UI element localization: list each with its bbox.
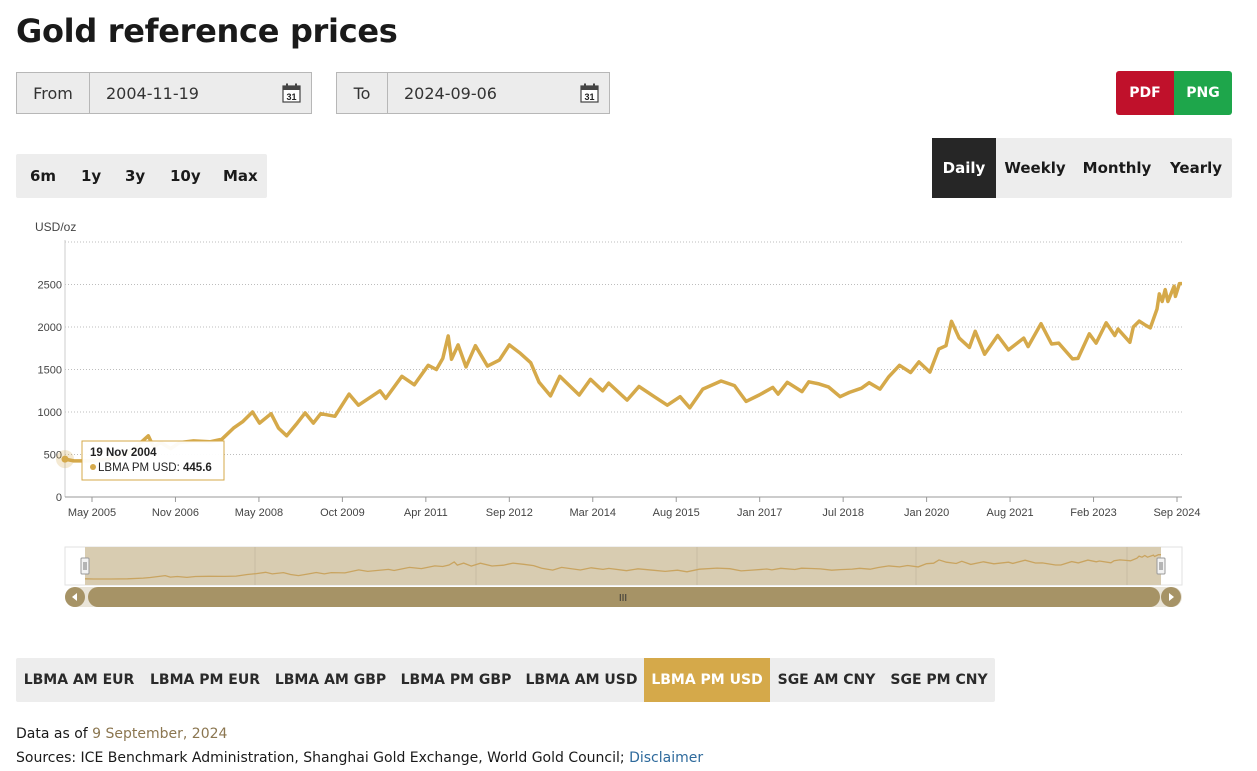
y-tick-label: 0 [56,492,62,504]
tab-lbma-pm-usd[interactable]: LBMA PM USD [644,658,770,702]
x-tick-label: Aug 2015 [653,507,700,519]
y-axis-label: USD/oz [35,220,76,234]
scroll-right-button[interactable] [1161,587,1181,607]
to-date-value: 2024-09-06 [404,83,497,103]
hover-point [61,455,69,463]
calendar-day-text: 31 [584,92,594,102]
y-tick-label: 2500 [38,280,62,292]
tooltip-date: 19 Nov 2004 [90,447,157,459]
tooltip-series-label: LBMA PM USD: [98,462,180,474]
tooltip-value: 445.6 [183,462,212,474]
x-tick-label: Apr 2011 [404,507,448,519]
x-tick-label: Jan 2020 [904,507,949,519]
scrollbar-thumb[interactable] [88,587,1160,607]
series-tabs: LBMA AM EUR LBMA PM EUR LBMA AM GBP LBMA… [16,658,995,702]
tab-lbma-am-eur[interactable]: LBMA AM EUR [16,658,142,702]
page-title: Gold reference prices [16,12,398,50]
range-max-button[interactable]: Max [223,167,258,185]
y-tick-label: 2000 [38,322,62,334]
range-10y-button[interactable]: 10y [170,167,201,185]
navigator-left-handle[interactable] [80,557,90,575]
data-as-of-date: 9 September, 2024 [92,726,228,742]
navigator-track [64,546,1183,586]
navigator-selection [85,547,1161,585]
x-tick-label: Aug 2021 [987,507,1034,519]
range-1y-button[interactable]: 1y [81,167,101,185]
x-tick-label: Nov 2006 [152,507,199,519]
x-tick-label: Oct 2009 [320,507,365,519]
to-date-field[interactable]: To 2024-09-06 31 [336,72,610,114]
chevron-right-icon [1169,593,1174,601]
chevron-left-icon [72,593,77,601]
disclaimer-link[interactable]: Disclaimer [629,750,703,766]
from-label: From [17,73,90,113]
calendar-icon[interactable]: 31 [580,83,599,103]
navigator-line [84,554,1161,580]
scrollbar-grip: III [619,593,627,604]
to-date-input[interactable]: 2024-09-06 31 [388,73,609,113]
scrollbar-track [65,587,1182,607]
tab-yearly[interactable]: Yearly [1160,138,1232,198]
x-tick-label: May 2005 [68,507,116,519]
hover-halo [56,450,74,469]
x-tick-label: Jan 2017 [737,507,782,519]
navigator[interactable] [64,546,1183,586]
y-tick-label: 500 [44,450,62,462]
to-label: To [337,73,388,113]
x-tick-label: Feb 2023 [1070,507,1116,519]
svg-text:LBMA PM USD: 445.6: LBMA PM USD: 445.6 [98,462,212,474]
tab-monthly[interactable]: Monthly [1074,138,1160,198]
from-date-input[interactable]: 2004-11-19 31 [90,73,311,113]
x-tick-label: Sep 2012 [486,507,533,519]
y-tick-label: 1000 [38,407,62,419]
frequency-tabs: Daily Weekly Monthly Yearly [932,138,1232,198]
tab-lbma-pm-gbp[interactable]: LBMA PM GBP [393,658,519,702]
tab-lbma-pm-eur[interactable]: LBMA PM EUR [142,658,268,702]
x-tick-label: Sep 2024 [1153,507,1200,519]
from-date-value: 2004-11-19 [106,83,199,103]
export-buttons: PDF PNG [1116,71,1232,115]
sources-text: Sources: ICE Benchmark Administration, S… [16,750,625,766]
x-tick-label: Mar 2014 [570,507,616,519]
png-button[interactable]: PNG [1174,71,1232,115]
tab-sge-pm-cny[interactable]: SGE PM CNY [883,658,995,702]
tab-daily[interactable]: Daily [932,138,996,198]
range-3y-button[interactable]: 3y [125,167,145,185]
tab-sge-am-cny[interactable]: SGE AM CNY [770,658,883,702]
from-date-field[interactable]: From 2004-11-19 31 [16,72,312,114]
price-line [64,281,1182,463]
pdf-button[interactable]: PDF [1116,71,1174,115]
range-6m-button[interactable]: 6m [30,167,56,185]
x-tick-label: Jul 2018 [822,507,864,519]
calendar-icon[interactable]: 31 [282,83,301,103]
navigator-scrollbar[interactable]: III [65,587,1182,607]
data-as-of-label: Data as of [16,726,88,742]
tab-lbma-am-gbp[interactable]: LBMA AM GBP [268,658,393,702]
calendar-day-text: 31 [286,92,296,102]
tooltip-series-marker [90,464,96,470]
data-as-of: Data as of 9 September, 2024 [16,726,227,742]
tooltip: 19 Nov 2004 LBMA PM USD: 445.6 [56,440,225,481]
tab-weekly[interactable]: Weekly [996,138,1074,198]
tooltip-box [81,440,225,481]
x-tick-label: May 2008 [235,507,283,519]
y-tick-label: 1500 [38,365,62,377]
scroll-left-button[interactable] [65,587,85,607]
tab-lbma-am-usd[interactable]: LBMA AM USD [519,658,644,702]
navigator-right-handle[interactable] [1156,557,1166,575]
sources: Sources: ICE Benchmark Administration, S… [16,750,703,766]
range-selector: 6m 1y 3y 10y Max [16,154,267,198]
